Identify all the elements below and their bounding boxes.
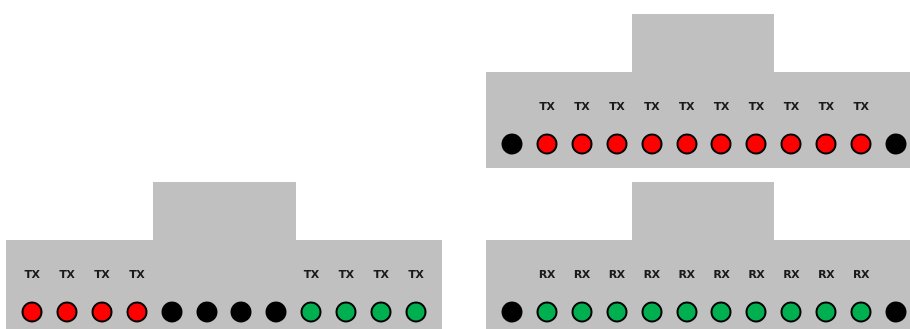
led-green-indicator: [606, 301, 628, 323]
led-red-indicator: [126, 301, 148, 323]
port-label: TX: [853, 100, 869, 113]
led-black-indicator: [885, 301, 907, 323]
led-black-indicator: [265, 301, 287, 323]
led-green-indicator: [335, 301, 357, 323]
led-green-indicator: [571, 301, 593, 323]
led-red-indicator: [571, 133, 593, 155]
port-label: RX: [573, 268, 590, 281]
led-green-indicator: [405, 301, 427, 323]
led-red-indicator: [710, 133, 732, 155]
led-red-indicator: [536, 133, 558, 155]
port-label: RX: [643, 268, 660, 281]
port-label: TX: [408, 268, 424, 281]
led-green-indicator: [300, 301, 322, 323]
port-label: RX: [853, 268, 869, 281]
port-label: RX: [783, 268, 800, 281]
led-green-indicator: [745, 301, 767, 323]
led-red-indicator: [780, 133, 802, 155]
led-red-indicator: [676, 133, 697, 155]
port-label: RX: [818, 268, 835, 281]
port-label: TX: [59, 268, 75, 281]
panel-tab: [153, 182, 296, 242]
port-label: TX: [24, 268, 40, 281]
port-label: TX: [338, 268, 354, 281]
led-red-indicator: [606, 133, 628, 155]
led-green-indicator: [815, 301, 837, 323]
port-label: TX: [129, 268, 145, 281]
port-label: TX: [713, 100, 729, 113]
panel-tab: [632, 14, 774, 74]
led-green-indicator: [370, 301, 392, 323]
led-black-indicator: [196, 301, 217, 323]
led-black-indicator: [501, 133, 523, 155]
led-green-indicator: [676, 301, 697, 323]
led-green-indicator: [641, 301, 663, 323]
led-red-indicator: [91, 301, 113, 323]
port-label: TX: [818, 100, 834, 113]
led-red-indicator: [815, 133, 837, 155]
port-label: RX: [748, 268, 765, 281]
port-label: TX: [373, 268, 389, 281]
led-green-indicator: [850, 301, 872, 323]
led-red-indicator: [21, 301, 43, 323]
led-red-indicator: [641, 133, 663, 155]
port-label: TX: [609, 100, 625, 113]
led-green-indicator: [780, 301, 802, 323]
port-label: TX: [94, 268, 110, 281]
port-label: TX: [783, 100, 799, 113]
port-label: RX: [608, 268, 625, 281]
led-black-indicator: [230, 301, 252, 323]
led-black-indicator: [885, 133, 907, 155]
port-label: TX: [574, 100, 590, 113]
port-label: TX: [644, 100, 660, 113]
led-green-indicator: [536, 301, 558, 323]
led-red-indicator: [745, 133, 767, 155]
panel-tab: [632, 182, 774, 242]
led-black-indicator: [161, 301, 183, 323]
port-label: TX: [679, 100, 694, 113]
port-label: TX: [748, 100, 764, 113]
led-green-indicator: [710, 301, 732, 323]
port-label: RX: [538, 268, 555, 281]
port-label: RX: [713, 268, 730, 281]
port-label: RX: [678, 268, 695, 281]
led-black-indicator: [501, 301, 523, 323]
led-red-indicator: [850, 133, 872, 155]
led-red-indicator: [56, 301, 78, 323]
port-label: TX: [303, 268, 319, 281]
port-label: TX: [539, 100, 555, 113]
